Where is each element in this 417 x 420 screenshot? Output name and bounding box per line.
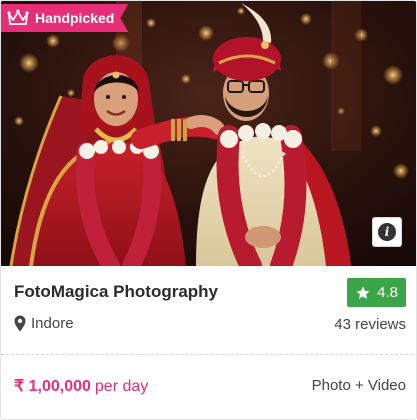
vendor-photo[interactable]: Handpicked i (1, 1, 416, 266)
info-button[interactable]: i (372, 217, 402, 247)
price-amount: ₹ 1,00,000 (14, 378, 91, 395)
vendor-name[interactable]: FotoMagica Photography (14, 282, 218, 302)
crown-icon (7, 9, 29, 27)
rating-value: 4.8 (377, 284, 398, 301)
vendor-card[interactable]: Handpicked i FotoMagica Photography 4.8 … (0, 0, 417, 420)
vendor-price: ₹ 1,00,000 per day (14, 376, 148, 396)
divider (1, 354, 416, 355)
rating-badge: 4.8 (347, 278, 406, 307)
price-unit: per day (94, 378, 149, 395)
vendor-location: Indore (14, 315, 74, 332)
reviews-count[interactable]: 43 reviews (334, 316, 406, 333)
star-icon (356, 285, 370, 299)
map-pin-icon (14, 315, 26, 332)
vendor-services: Photo + Video (311, 377, 406, 394)
location-text: Indore (31, 315, 74, 332)
handpicked-badge: Handpicked (1, 4, 128, 32)
couple-photo-illustration (1, 1, 416, 266)
info-icon: i (378, 223, 396, 241)
handpicked-label: Handpicked (35, 10, 115, 26)
